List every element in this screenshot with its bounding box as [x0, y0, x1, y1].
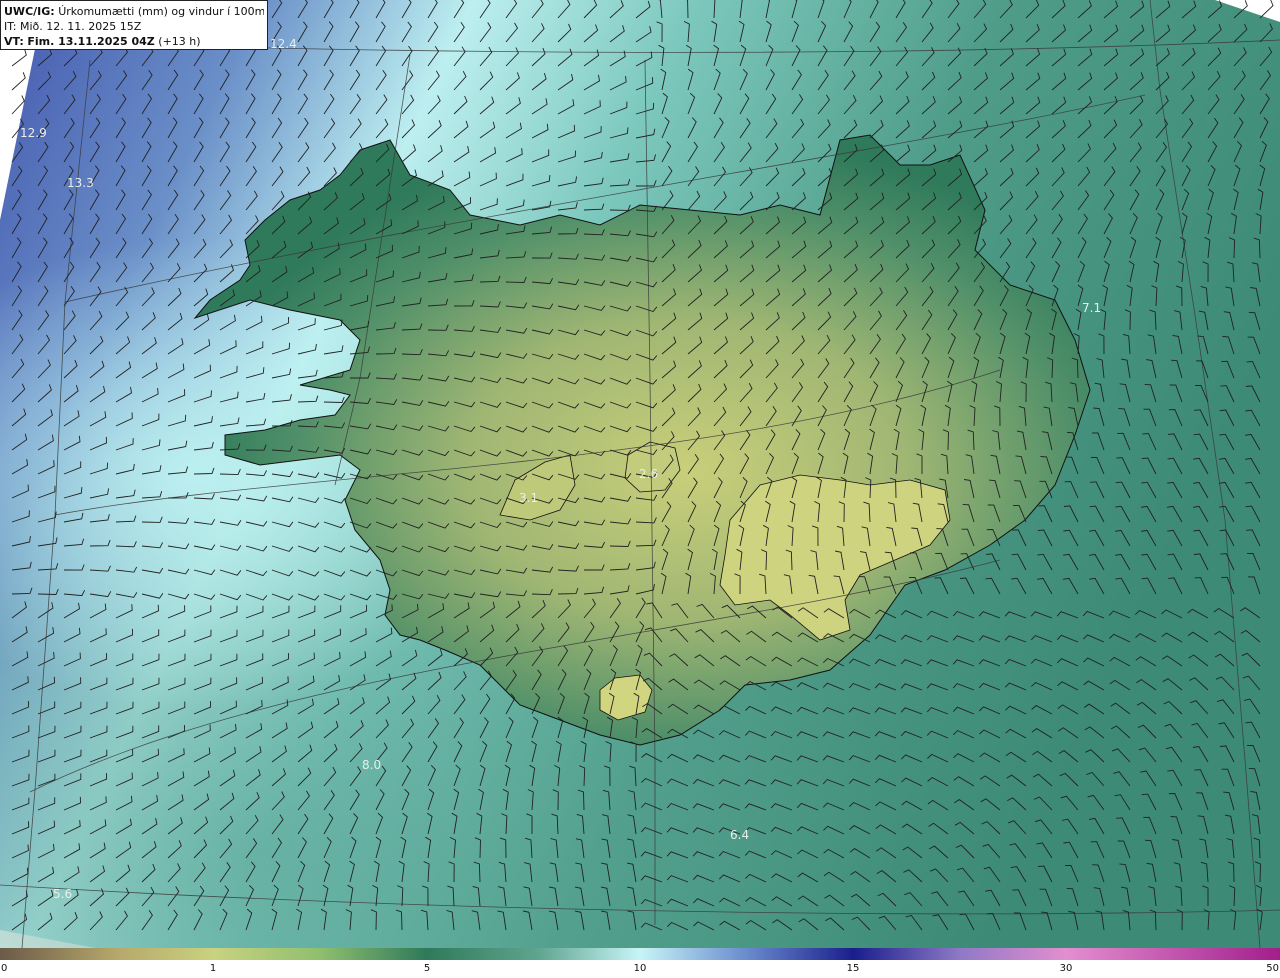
map-label: 5.6 [53, 887, 72, 901]
valid-row: VT: Fim. 13.11.2025 04Z (+13 h) [4, 34, 264, 49]
colorbar-tick: 0 [1, 963, 8, 974]
colorbar-tick: 50 [1266, 963, 1279, 974]
map-label: 12.4 [270, 37, 297, 51]
lead-time: (+13 h) [158, 35, 201, 48]
map-label: 6.4 [730, 828, 749, 842]
map-label: 3.1 [519, 491, 538, 505]
map-label: 8.0 [362, 758, 381, 772]
forecast-map: 12.4 12.9 13.3 7.1 3.1 2.6 8.0 6.4 5.6 [0, 0, 1280, 948]
title-row: UWC/IG: Úrkomumætti (mm) og vindur í 100… [4, 4, 264, 19]
colorbar [0, 948, 1280, 960]
valid-prefix: VT: [4, 35, 24, 48]
colorbar-tick: 1 [209, 963, 217, 974]
colorbar-tick: 15 [846, 963, 860, 974]
colorbar-tick: 5 [423, 963, 431, 974]
model-code: UWC/IG: [4, 5, 55, 18]
field-title: Úrkomumætti (mm) og vindur í 100m hæð [58, 5, 264, 18]
colorbar-ticks: 0 1 5 10 15 30 50 [0, 960, 1280, 978]
map-label: 12.9 [20, 126, 47, 140]
map-label: 2.6 [639, 467, 658, 481]
map-label: 7.1 [1082, 301, 1101, 315]
colorbar-tick: 30 [1059, 963, 1073, 974]
map-label: 13.3 [67, 176, 94, 190]
colorbar-tick: 10 [633, 963, 647, 974]
map-header: UWC/IG: Úrkomumætti (mm) og vindur í 100… [0, 0, 268, 50]
init-prefix: IT: [4, 20, 17, 33]
init-time: Mið. 12. 11. 2025 15Z [19, 20, 142, 33]
init-row: IT: Mið. 12. 11. 2025 15Z [4, 19, 264, 34]
valid-time: Fim. 13.11.2025 04Z [27, 35, 155, 48]
